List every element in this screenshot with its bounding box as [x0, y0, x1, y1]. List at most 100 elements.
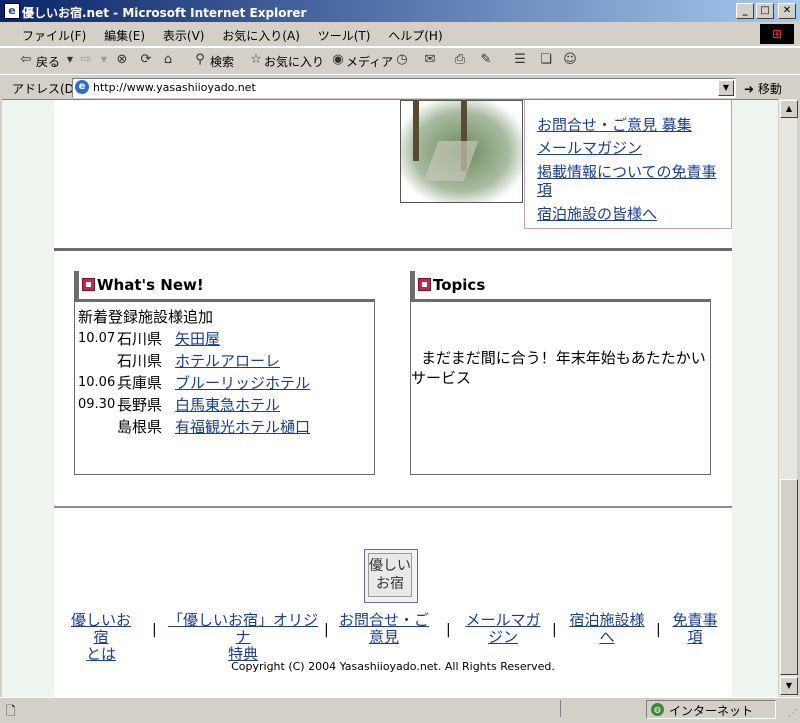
menu-edit[interactable]: 編集(E)	[104, 27, 145, 44]
side-link-facilities[interactable]: 宿泊施設の皆様へ	[537, 203, 657, 224]
address-bar: アドレス(D) e http://www.yasashiioyado.net ▼…	[0, 74, 800, 99]
maximize-button[interactable]: □	[756, 3, 774, 19]
forward-dropdown-icon[interactable]: ▼	[96, 52, 112, 68]
side-link-disclaimer[interactable]: 掲載情報についての免責事	[537, 161, 717, 182]
mail-icon[interactable]: ✉	[422, 52, 438, 68]
menu-file[interactable]: ファイル(F)	[22, 27, 86, 44]
address-url[interactable]: http://www.yasashiioyado.net	[93, 81, 256, 94]
footer-link-mail-magazine[interactable]: メールマガ ジン	[458, 612, 548, 646]
toolbar: ⇦ 戻る ▼ ⇨ ▼ ⊗ ⟳ ⌂ ⚲ 検索 ☆ お気に入り ◉ メディア ◷ ✉…	[0, 47, 800, 75]
search-icon[interactable]: ⚲	[192, 52, 208, 68]
menu-help[interactable]: ヘルプ(H)	[388, 27, 442, 44]
logo-line: 優しい	[369, 558, 411, 574]
refresh-icon[interactable]: ⟳	[138, 52, 154, 68]
status-bar: 🗋 ◍ インターネット ⋰	[0, 697, 800, 721]
footer-link-text: へ	[599, 628, 615, 646]
footer-separator: |	[324, 622, 329, 638]
page-icon: e	[75, 80, 89, 94]
go-arrow-icon: ➜	[744, 82, 755, 96]
footer-link-original-benefits[interactable]: 「優しいお宿」オリジナ 特典	[164, 612, 322, 663]
resize-grip-icon[interactable]: ⋰	[788, 708, 798, 719]
photo-path	[423, 141, 479, 181]
side-link-inquiry[interactable]: お問合せ・ご意見 募集	[537, 114, 692, 135]
side-link-disclaimer-cont[interactable]: 項	[537, 179, 552, 200]
window-controls: _ □ ✕	[736, 3, 796, 19]
scroll-thumb[interactable]	[780, 479, 798, 675]
footer-link-facilities[interactable]: 宿泊施設様へ	[562, 612, 652, 646]
media-button[interactable]: メディア	[346, 53, 393, 70]
scroll-down-icon[interactable]: ▼	[780, 677, 798, 695]
history-icon[interactable]: ◷	[394, 52, 410, 68]
messenger-icon[interactable]: ☺	[562, 52, 578, 68]
menu-favorites[interactable]: お気に入り(A)	[222, 27, 300, 44]
favorites-button[interactable]: お気に入り	[264, 53, 324, 70]
news-date: 09.30	[78, 397, 116, 412]
footer-link-text: 意見	[368, 628, 399, 646]
footer-link-disclaimer[interactable]: 免責事項	[666, 612, 724, 646]
print-icon[interactable]: ⎙	[452, 52, 468, 68]
footer-separator: |	[152, 622, 157, 638]
research-icon[interactable]: ❏	[538, 52, 554, 68]
discuss-icon[interactable]: ☰	[512, 52, 528, 68]
back-dropdown-icon[interactable]: ▼	[62, 52, 78, 68]
page-status-icon: 🗋	[6, 704, 16, 718]
favorites-icon[interactable]: ☆	[248, 52, 264, 68]
address-label: アドレス(D)	[12, 82, 79, 96]
news-link-blue-ridge[interactable]: ブルーリッジホテル	[175, 372, 310, 393]
footer-link-text: 「優しいお宿」オリジナ	[167, 611, 318, 646]
bullet-icon	[418, 278, 431, 291]
news-date: 10.07	[78, 331, 116, 346]
footer-separator: |	[656, 622, 661, 638]
footer-link-inquiry[interactable]: お問合せ・ご 意見	[338, 612, 430, 646]
forward-arrow-icon[interactable]: ⇨	[78, 52, 94, 68]
go-label: 移動	[757, 82, 782, 96]
security-zone: ◍ インターネット	[646, 700, 776, 719]
footer-separator: |	[552, 622, 557, 638]
whatsnew-panel: 新着登録施設様追加 10.07 石川県 矢田屋 石川県 ホテルアローレ 10.0…	[74, 299, 375, 475]
stop-icon[interactable]: ⊗	[114, 52, 130, 68]
home-icon[interactable]: ⌂	[160, 52, 176, 68]
back-button[interactable]: 戻る	[36, 53, 60, 70]
menu-bar: ファイル(F) 編集(E) 表示(V) お気に入り(A) ツール(T) ヘルプ(…	[0, 22, 800, 47]
ie-app-icon: e	[4, 3, 20, 19]
footer-link-text: 項	[687, 628, 703, 646]
scroll-up-icon[interactable]: ▲	[780, 100, 798, 118]
close-button[interactable]: ✕	[778, 3, 796, 19]
back-arrow-icon[interactable]: ⇦	[18, 52, 34, 68]
search-button[interactable]: 検索	[210, 53, 234, 70]
address-input[interactable]: e http://www.yasashiioyado.net ▼	[72, 78, 736, 98]
footer-link-text: 優しいお宿	[70, 611, 131, 646]
footer-link-text: 免責事	[672, 611, 718, 629]
site-logo[interactable]: 優しい お宿	[364, 549, 418, 603]
page-viewport: お問合せ・ご意見 募集 メールマガジン 掲載情報についての免責事 項 宿泊施設の…	[2, 99, 778, 697]
logo-line: お宿	[376, 576, 404, 592]
whatsnew-header: What's New!	[74, 271, 374, 299]
edit-icon[interactable]: ✎	[478, 52, 494, 68]
footer-link-text: お問合せ・ご	[338, 611, 429, 629]
window-title: 優しいお宿.net - Microsoft Internet Explorer	[22, 6, 307, 20]
side-link-mail-magazine[interactable]: メールマガジン	[537, 137, 642, 158]
menu-tools[interactable]: ツール(T)	[318, 27, 371, 44]
logo-mark: 優しい お宿	[368, 553, 412, 597]
news-link-hakuba-tokyu[interactable]: 白馬東急ホテル	[175, 394, 280, 415]
footer-link-about[interactable]: 優しいお宿 とは	[64, 612, 138, 663]
menu-view[interactable]: 表示(V)	[163, 27, 205, 44]
vertical-scrollbar[interactable]: ▲ ▼	[778, 99, 798, 696]
media-icon[interactable]: ◉	[330, 52, 346, 68]
footer-link-text: ジン	[487, 628, 518, 646]
news-link-yadaya[interactable]: 矢田屋	[175, 328, 220, 349]
minimize-button[interactable]: _	[736, 3, 754, 19]
topics-text: まだまだ間に合う！年末年始もあたたかいサービス	[411, 349, 706, 387]
section-divider	[54, 248, 732, 251]
inn-photo	[400, 100, 523, 203]
internet-zone-icon: ◍	[651, 703, 664, 716]
go-button[interactable]: ➜ 移動	[744, 80, 782, 97]
news-prefecture: 石川県	[117, 352, 163, 370]
news-link-arifuku[interactable]: 有福観光ホテル樋口	[175, 416, 310, 437]
news-link-hotel-alore[interactable]: ホテルアローレ	[175, 350, 280, 371]
windows-logo-icon: ⊞	[760, 24, 794, 44]
news-date: 10.06	[78, 375, 116, 390]
topics-header: Topics	[410, 271, 710, 299]
news-prefecture: 島根県	[117, 418, 163, 436]
address-dropdown-icon[interactable]: ▼	[718, 80, 734, 96]
